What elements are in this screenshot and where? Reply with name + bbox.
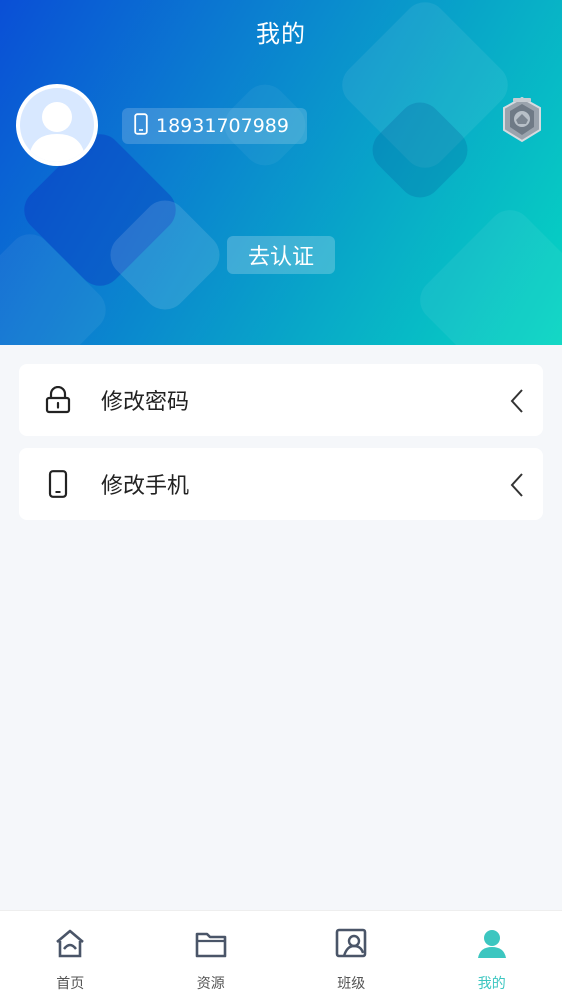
tab-label: 首页 bbox=[56, 976, 85, 992]
user-icon bbox=[475, 927, 509, 965]
menu-item-label: 修改密码 bbox=[101, 390, 190, 415]
menu-item-change-phone[interactable]: 修改手机 bbox=[19, 448, 543, 520]
verify-button[interactable]: 去认证 bbox=[227, 236, 335, 274]
folder-icon bbox=[194, 927, 228, 965]
bottom-tab-bar: 首页 资源 班级 我的 bbox=[0, 910, 562, 1000]
medal-badge-icon[interactable] bbox=[498, 95, 546, 145]
tab-label: 资源 bbox=[196, 976, 225, 992]
tab-label: 我的 bbox=[477, 976, 506, 992]
profile-screen: 我的 18931707989 去认证 修改密码 修改手机 首页 资源 班级 我的 bbox=[0, 0, 562, 1000]
chevron-left-icon bbox=[509, 472, 525, 498]
page-title: 我的 bbox=[256, 20, 306, 48]
tab-resources[interactable]: 资源 bbox=[141, 911, 282, 1000]
phone-number: 18931707989 bbox=[156, 115, 289, 137]
phone-icon bbox=[134, 112, 148, 140]
menu-item-label: 修改手机 bbox=[101, 474, 190, 499]
lock-icon bbox=[45, 385, 71, 414]
avatar[interactable] bbox=[16, 84, 98, 166]
tab-home[interactable]: 首页 bbox=[0, 911, 141, 1000]
profile-header: 我的 18931707989 去认证 bbox=[0, 0, 562, 345]
class-icon bbox=[334, 927, 368, 965]
phone-number-pill: 18931707989 bbox=[122, 108, 307, 144]
phone-icon bbox=[45, 470, 71, 498]
tab-class[interactable]: 班级 bbox=[281, 911, 422, 1000]
avatar-placeholder-icon bbox=[20, 88, 94, 162]
home-icon bbox=[53, 927, 87, 965]
menu-item-change-password[interactable]: 修改密码 bbox=[19, 364, 543, 436]
tab-mine[interactable]: 我的 bbox=[422, 911, 562, 1000]
chevron-left-icon bbox=[509, 388, 525, 414]
header-decoration bbox=[411, 201, 562, 345]
tab-label: 班级 bbox=[337, 976, 366, 992]
